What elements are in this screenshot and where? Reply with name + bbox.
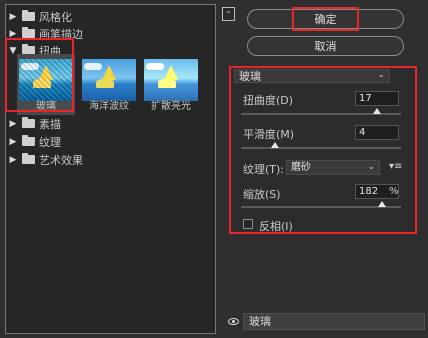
invert-label: 反相(I) (259, 220, 293, 233)
smoothness-slider-track[interactable] (241, 147, 401, 149)
folder-artistic[interactable]: ▶ 艺术效果 (8, 151, 83, 168)
thumbnail-label-glass: 玻璃 (36, 101, 56, 112)
collapsed-arrow-icon[interactable]: ▶ (8, 12, 18, 22)
thumbnail-sail (39, 65, 53, 80)
collapsed-arrow-icon[interactable]: ▶ (8, 137, 18, 147)
thumbnail-sail (102, 65, 116, 80)
collapsed-arrow-icon[interactable]: ▶ (8, 29, 18, 39)
folder-stylize[interactable]: ▶ 风格化 (8, 8, 72, 25)
thumbnail-diffuse-glow[interactable] (144, 59, 198, 101)
folder-icon (22, 117, 35, 128)
folder-sketch[interactable]: ▶ 素描 (8, 115, 61, 132)
distortion-input[interactable]: 17 (355, 91, 399, 106)
effect-layer-row[interactable]: 玻璃 (223, 311, 425, 333)
invert-checkbox[interactable] (243, 219, 253, 229)
folder-label: 艺术效果 (39, 153, 83, 167)
scaling-slider-thumb[interactable] (377, 201, 386, 207)
folder-brush-strokes[interactable]: ▶ 画笔描边 (8, 25, 83, 42)
folder-texture[interactable]: ▶ 纹理 (8, 133, 61, 150)
thumbnail-cloud (21, 63, 39, 70)
thumbnail-glass[interactable] (19, 59, 73, 101)
collapsed-arrow-icon[interactable]: ▶ (8, 155, 18, 165)
scaling-unit: % (389, 186, 399, 197)
distortion-slider-thumb[interactable] (373, 108, 381, 114)
collapse-gallery-button[interactable]: ⌃ (222, 7, 235, 21)
folder-icon (22, 153, 35, 164)
thumbnail-sail (164, 65, 178, 80)
folder-icon (22, 135, 35, 146)
folder-label: 纹理 (39, 135, 61, 149)
smoothness-label: 平滑度(M) (243, 128, 295, 141)
thumbnail-cloud (84, 63, 102, 70)
scaling-label: 缩放(S) (243, 188, 281, 201)
filter-type-select[interactable]: 玻璃 ⌄ (234, 69, 390, 83)
thumbnail-ocean-ripple[interactable] (82, 59, 136, 101)
ok-button[interactable]: 确定 (247, 9, 404, 29)
texture-label: 纹理(T): (243, 163, 285, 176)
folder-label: 画笔描边 (39, 27, 83, 41)
thumbnail-label-ocean-ripple: 海洋波纹 (89, 101, 129, 112)
folder-label: 风格化 (39, 10, 72, 24)
collapsed-arrow-icon[interactable]: ▶ (8, 119, 18, 129)
distortion-label: 扭曲度(D) (243, 94, 294, 107)
effect-layer-name: 玻璃 (243, 313, 425, 330)
cancel-button[interactable]: 取消 (247, 36, 404, 56)
thumbnail-cloud (146, 63, 164, 70)
texture-menu-icon[interactable]: ▾≡ (389, 161, 402, 172)
chevron-down-icon: ⌄ (377, 70, 385, 80)
collapse-icon: ⌃ (225, 9, 232, 19)
smoothness-input[interactable]: 4 (355, 125, 399, 140)
thumbnail-label-diffuse-glow: 扩散亮光 (151, 101, 191, 112)
folder-icon (22, 10, 35, 21)
filter-type-value: 玻璃 (239, 70, 261, 83)
texture-value: 磨砂 (291, 162, 311, 173)
folder-label: 素描 (39, 117, 61, 131)
cancel-button-label: 取消 (314, 40, 337, 53)
ok-button-label: 确定 (314, 13, 337, 26)
chevron-down-icon: ⌄ (367, 162, 375, 172)
filter-gallery-tree: ▶ 风格化 ▶ 画笔描边 ▼ 扭曲 玻璃 海洋波纹 扩散亮光 ▶ 素描 ▶ 纹理… (5, 4, 216, 334)
texture-select[interactable]: 磨砂 ⌄ (286, 160, 380, 175)
eye-icon[interactable] (228, 318, 239, 325)
smoothness-slider-thumb[interactable] (271, 142, 280, 148)
folder-icon (22, 27, 35, 38)
